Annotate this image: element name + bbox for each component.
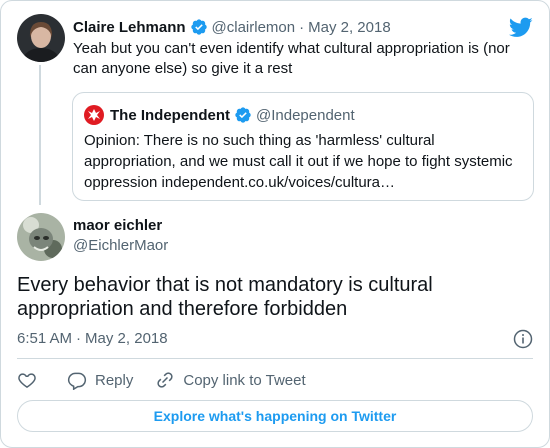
independent-logo-icon <box>84 105 104 125</box>
tweet-date[interactable]: May 2, 2018 <box>308 19 391 36</box>
author-handle[interactable]: @clairlemon <box>212 19 296 36</box>
twitter-bird-icon[interactable] <box>508 15 533 39</box>
info-icon[interactable] <box>513 329 533 349</box>
avatar-claire-lehmann[interactable] <box>17 14 65 62</box>
avatar-maor-eichler[interactable] <box>17 213 65 261</box>
reply-button[interactable]: Reply <box>67 370 133 390</box>
heart-icon <box>17 370 37 390</box>
like-button[interactable] <box>17 370 37 390</box>
verified-badge-icon <box>190 18 208 36</box>
author-handle[interactable]: @EichlerMaor <box>73 237 168 254</box>
quoted-tweet[interactable]: The Independent @Independent Opinion: Th… <box>72 92 534 201</box>
tweet-time[interactable]: 6:51 AM <box>17 330 72 347</box>
tweet-actions: Reply Copy link to Tweet <box>17 369 328 391</box>
divider <box>17 358 533 359</box>
separator-dot: · <box>76 330 82 347</box>
author-name[interactable]: Claire Lehmann <box>73 19 186 36</box>
tweet-timestamp[interactable]: 6:51 AM · May 2, 2018 <box>17 330 168 347</box>
copy-link-button[interactable]: Copy link to Tweet <box>155 370 306 390</box>
tweet-text: Every behavior that is not mandatory is … <box>17 274 433 320</box>
author-name[interactable]: maor eichler <box>73 217 162 234</box>
reply-label: Reply <box>95 371 134 389</box>
parent-tweet-text: Yeah but you can't even identify what cu… <box>73 40 510 77</box>
reply-icon <box>67 370 95 390</box>
verified-badge-icon <box>234 106 252 124</box>
explore-twitter-button[interactable]: Explore what's happening on Twitter <box>17 400 533 432</box>
quoted-tweet-text: Opinion: There is no such thing as 'harm… <box>84 132 513 191</box>
parent-tweet-header: Claire Lehmann @clairlemon · May 2, 2018 <box>73 17 391 37</box>
tweet-date[interactable]: May 2, 2018 <box>85 330 168 347</box>
embedded-tweet-card: Claire Lehmann @clairlemon · May 2, 2018… <box>0 0 550 448</box>
quoted-tweet-header: The Independent @Independent <box>84 105 355 125</box>
link-icon <box>155 370 183 390</box>
copy-link-label: Copy link to Tweet <box>183 371 306 389</box>
quoted-author-handle: @Independent <box>256 106 355 124</box>
separator-dot: · <box>299 18 305 36</box>
thread-connector <box>39 65 41 205</box>
quoted-author-name: The Independent <box>110 106 230 124</box>
